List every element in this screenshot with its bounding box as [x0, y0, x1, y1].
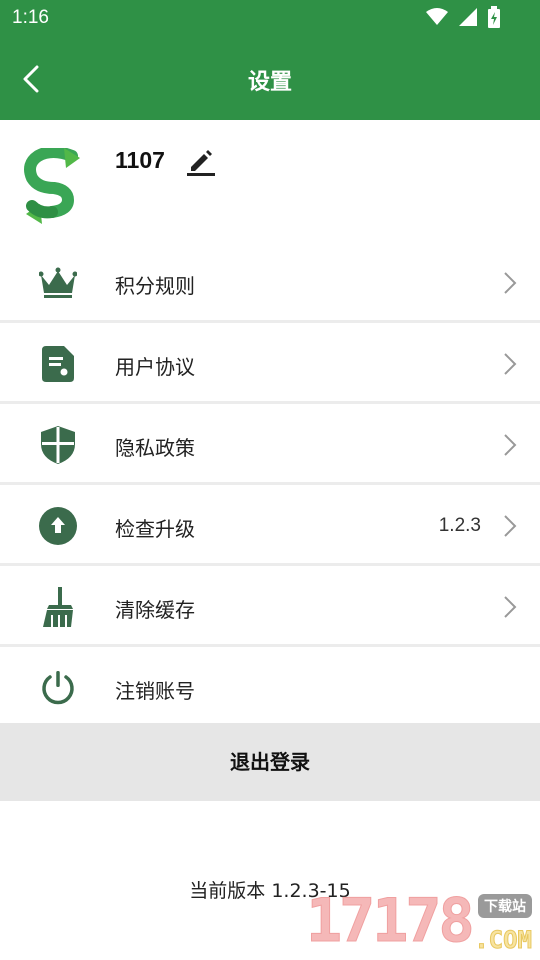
chevron-right-icon: [504, 272, 517, 294]
app-version-value: 1.2.3: [438, 515, 481, 536]
settings-menu: 积分规则 用户协议 隐私政策 检查升级 1.2.3 清除缓存 注销账号: [0, 242, 540, 727]
status-bar: 1:16: [0, 0, 540, 38]
username: 1107: [115, 147, 165, 173]
profile-section: 1107: [0, 120, 540, 242]
menu-item-label: 隐私政策: [115, 436, 195, 460]
menu-item-label: 用户协议: [115, 355, 195, 379]
menu-item-privacy-policy[interactable]: 隐私政策: [0, 404, 540, 485]
menu-item-clear-cache[interactable]: 清除缓存: [0, 566, 540, 647]
menu-item-delete-account[interactable]: 注销账号: [0, 647, 540, 727]
watermark-badge: 下载站: [478, 894, 532, 918]
menu-item-user-agreement[interactable]: 用户协议: [0, 323, 540, 404]
chevron-right-icon: [504, 434, 517, 456]
menu-item-label: 清除缓存: [115, 598, 195, 622]
upgrade-icon: [38, 506, 78, 546]
crown-icon: [38, 263, 78, 303]
chevron-right-icon: [504, 596, 517, 618]
edit-icon[interactable]: [186, 146, 216, 176]
app-bar: 设置: [0, 38, 540, 120]
wifi-icon: [426, 8, 448, 25]
chevron-right-icon: [504, 353, 517, 375]
chevron-right-icon: [504, 515, 517, 537]
watermark: 17178 下载站 .COM: [306, 886, 534, 957]
menu-item-label: 注销账号: [115, 679, 195, 703]
signal-icon: [459, 8, 477, 26]
document-icon: [38, 344, 78, 384]
watermark-suffix: .COM: [474, 926, 533, 955]
page-title: 设置: [247, 70, 292, 95]
menu-item-check-update[interactable]: 检查升级 1.2.3: [0, 485, 540, 566]
status-time: 1:16: [12, 7, 49, 28]
status-icons: [426, 6, 500, 28]
battery-icon: [488, 6, 500, 28]
menu-item-points-rules[interactable]: 积分规则: [0, 242, 540, 323]
app-logo-icon: [24, 148, 80, 224]
shield-icon: [38, 425, 78, 465]
watermark-digits: 17178: [306, 886, 476, 957]
logout-button[interactable]: 退出登录: [0, 723, 540, 801]
menu-item-label: 检查升级: [115, 517, 195, 541]
menu-item-label: 积分规则: [115, 274, 195, 298]
power-icon: [38, 668, 78, 708]
broom-icon: [38, 587, 78, 627]
